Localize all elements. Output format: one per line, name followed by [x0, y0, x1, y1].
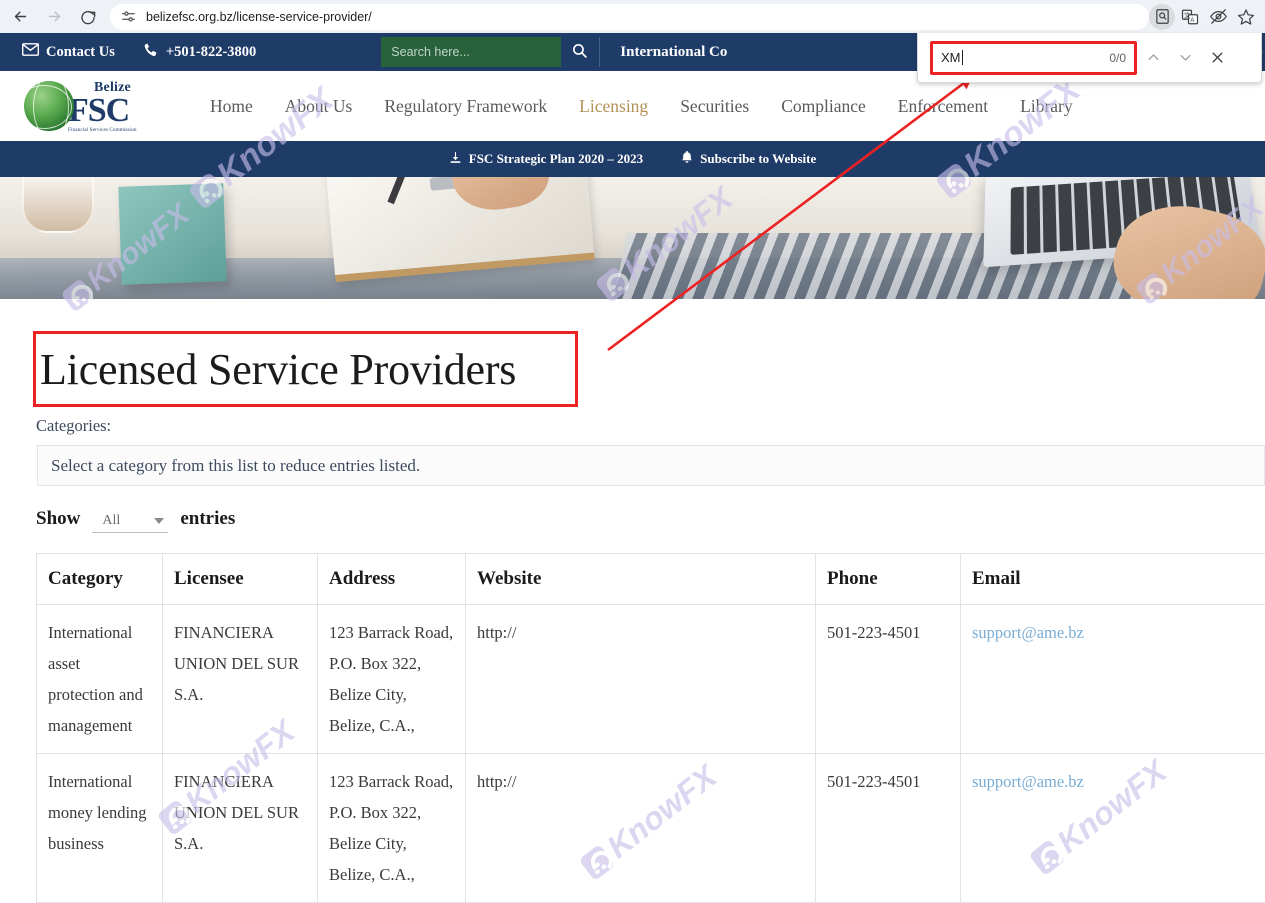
cell-category: International asset protection and manag… — [37, 605, 163, 754]
category-filter-placeholder: Select a category from this list to redu… — [51, 456, 420, 476]
show-label: Show — [36, 508, 80, 530]
subscribe-label: Subscribe to Website — [700, 151, 816, 167]
site-settings-icon[interactable] — [120, 8, 137, 25]
web-page: Contact Us +501-822-3800 International C… — [0, 33, 1265, 903]
topbar-divider — [599, 37, 600, 67]
browser-actions: 文 A — [1149, 4, 1265, 30]
find-next-icon[interactable] — [1169, 42, 1201, 74]
find-close-icon[interactable] — [1201, 42, 1233, 74]
nav-item-compliance[interactable]: Compliance — [765, 96, 882, 117]
logo-fsc-text: FSC — [68, 95, 137, 126]
cell-category: International money lending business — [37, 754, 163, 903]
column-header-phone[interactable]: Phone — [816, 554, 961, 605]
hero-cup — [22, 177, 94, 233]
table-header-row: Category Licensee Address Website Phone … — [37, 554, 1265, 605]
subscribe-link[interactable]: Subscribe to Website — [681, 150, 816, 168]
envelope-icon — [22, 43, 39, 61]
find-match-count: 0/0 — [1109, 51, 1126, 65]
find-input[interactable]: XM 0/0 — [930, 41, 1137, 75]
find-query-text: XM — [941, 50, 1109, 65]
cell-licensee: FINANCIERA UNION DEL SUR S.A. — [163, 754, 318, 903]
nav-item-home[interactable]: Home — [194, 96, 269, 117]
text-caret — [962, 50, 963, 65]
email-link[interactable]: support@ame.bz — [972, 623, 1084, 642]
strategic-plan-label: FSC Strategic Plan 2020 – 2023 — [469, 151, 643, 167]
find-in-page-bar: XM 0/0 — [917, 33, 1262, 83]
eye-slash-icon[interactable] — [1205, 4, 1231, 30]
url-text: belizefsc.org.bz/license-service-provide… — [146, 10, 372, 24]
category-filter-select[interactable]: Select a category from this list to redu… — [37, 445, 1265, 486]
entries-per-page-select[interactable]: All — [92, 513, 168, 533]
find-in-page-icon[interactable] — [1149, 4, 1175, 30]
download-icon — [449, 151, 462, 168]
translate-icon[interactable]: 文 A — [1177, 4, 1203, 30]
column-header-licensee[interactable]: Licensee — [163, 554, 318, 605]
cell-licensee: FINANCIERA UNION DEL SUR S.A. — [163, 605, 318, 754]
nav-item-enforcement[interactable]: Enforcement — [882, 96, 1004, 117]
cell-email: support@ame.bz — [961, 754, 1265, 903]
page-title: Licensed Service Providers — [40, 344, 516, 395]
contact-us-link[interactable]: Contact Us — [22, 43, 115, 61]
phone-link[interactable]: +501-822-3800 — [143, 42, 256, 63]
cell-email: support@ame.bz — [961, 605, 1265, 754]
back-arrow-icon[interactable] — [6, 3, 34, 31]
page-title-highlight-box: Licensed Service Providers — [33, 331, 578, 407]
nav-item-about-us[interactable]: About Us — [269, 96, 369, 117]
cell-address: 123 Barrack Road, P.O. Box 322, Belize C… — [318, 754, 466, 903]
search-submit-button[interactable] — [561, 37, 597, 67]
hero-notebook — [118, 183, 226, 285]
phone-label: +501-822-3800 — [166, 44, 256, 61]
nav-item-library[interactable]: Library — [1004, 96, 1088, 117]
logo-wordmark: Belize FSC Financial Services Commission — [68, 79, 137, 132]
site-logo[interactable]: Belize FSC Financial Services Commission — [24, 79, 164, 132]
international-corp-link[interactable]: International Co — [620, 44, 727, 61]
address-bar[interactable]: belizefsc.org.bz/license-service-provide… — [110, 4, 1149, 30]
strategic-plan-link[interactable]: FSC Strategic Plan 2020 – 2023 — [449, 151, 643, 168]
hero-banner-image — [0, 177, 1265, 299]
categories-label: Categories: — [36, 416, 1265, 436]
find-previous-icon[interactable] — [1137, 42, 1169, 74]
contact-us-label: Contact Us — [46, 44, 115, 61]
forward-arrow-icon[interactable] — [40, 3, 68, 31]
cell-phone: 501-223-4501 — [816, 754, 961, 903]
reload-icon[interactable] — [74, 3, 102, 31]
search-icon — [571, 42, 588, 62]
nav-item-securities[interactable]: Securities — [664, 96, 765, 117]
chevron-down-icon — [154, 518, 164, 524]
phone-icon — [143, 42, 159, 63]
table-length-control: Show All entries — [36, 508, 1265, 533]
email-link[interactable]: support@ame.bz — [972, 772, 1084, 791]
table-row: International asset protection and manag… — [37, 605, 1265, 754]
logo-tagline-text: Financial Services Commission — [68, 128, 137, 133]
cell-website: http:// — [466, 754, 816, 903]
bell-icon — [681, 150, 693, 168]
nav-item-regulatory-framework[interactable]: Regulatory Framework — [368, 96, 563, 117]
announcement-bar: FSC Strategic Plan 2020 – 2023 Subscribe… — [0, 141, 1265, 177]
svg-text:A: A — [1190, 17, 1194, 23]
bookmark-star-icon[interactable] — [1233, 4, 1259, 30]
table-head: Category Licensee Address Website Phone … — [37, 554, 1265, 605]
nav-item-licensing[interactable]: Licensing — [563, 96, 664, 117]
table-body: International asset protection and manag… — [37, 605, 1265, 903]
column-header-category[interactable]: Category — [37, 554, 163, 605]
entries-label: entries — [180, 508, 235, 530]
find-query-value: XM — [941, 50, 961, 65]
site-search — [381, 37, 597, 67]
cell-address: 123 Barrack Road, P.O. Box 322, Belize C… — [318, 605, 466, 754]
column-header-email[interactable]: Email — [961, 554, 1265, 605]
search-input[interactable] — [381, 37, 561, 67]
browser-chrome: belizefsc.org.bz/license-service-provide… — [0, 0, 1265, 33]
page-content: Licensed Service Providers Categories: S… — [0, 331, 1265, 903]
primary-nav-links: Home About Us Regulatory Framework Licen… — [194, 96, 1089, 117]
column-header-address[interactable]: Address — [318, 554, 466, 605]
cell-phone: 501-223-4501 — [816, 605, 961, 754]
entries-per-page-value: All — [102, 513, 120, 529]
licensed-providers-table: Category Licensee Address Website Phone … — [36, 553, 1265, 903]
globe-logo-icon — [24, 81, 74, 131]
column-header-website[interactable]: Website — [466, 554, 816, 605]
table-row: International money lending business FIN… — [37, 754, 1265, 903]
cell-website: http:// — [466, 605, 816, 754]
